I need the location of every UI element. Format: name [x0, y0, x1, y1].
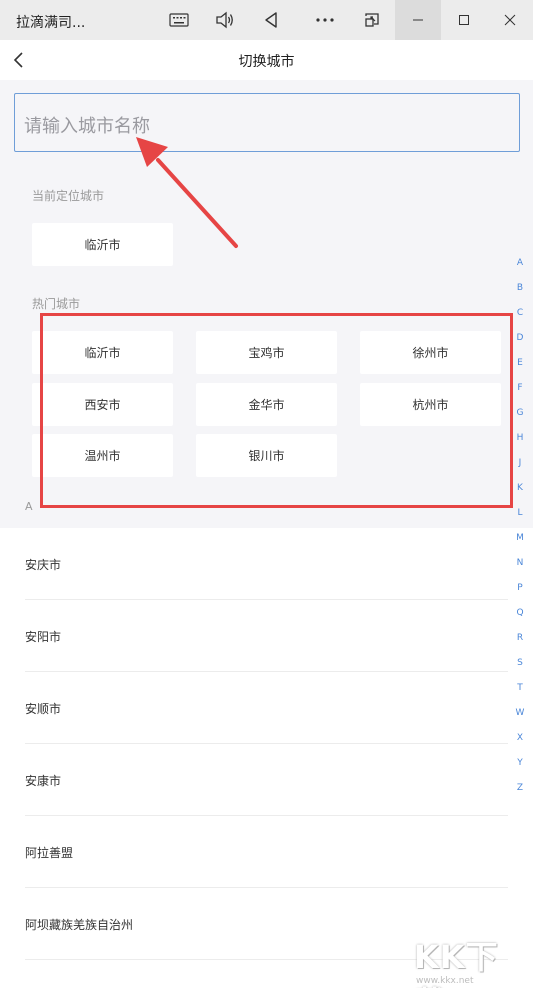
- index-letter[interactable]: X: [512, 733, 528, 743]
- app-title: 拉滴满司...: [16, 15, 86, 31]
- current-location-label: 当前定位城市: [32, 189, 105, 203]
- close-button[interactable]: [487, 0, 533, 40]
- city-name: 安阳市: [25, 630, 62, 644]
- city-search-input[interactable]: 请输入城市名称: [14, 93, 520, 152]
- index-letter[interactable]: P: [512, 583, 528, 593]
- keyboard-icon: [169, 13, 189, 27]
- city-name: 安庆市: [25, 558, 62, 572]
- index-letter[interactable]: J: [512, 458, 528, 468]
- page-header: 切换城市: [0, 40, 533, 80]
- hot-cities-label: 热门城市: [32, 297, 81, 311]
- index-letter[interactable]: Q: [512, 608, 528, 618]
- city-list-item[interactable]: 安顺市: [25, 672, 508, 744]
- index-letter[interactable]: A: [512, 258, 528, 268]
- volume-icon: [216, 11, 233, 29]
- section-letter-header: A: [25, 500, 33, 513]
- page-title: 切换城市: [238, 54, 295, 70]
- index-letter[interactable]: T: [512, 683, 528, 693]
- hot-city-button[interactable]: 杭州市: [360, 383, 501, 426]
- watermark-url: www.kkx.net: [416, 976, 474, 986]
- index-letter[interactable]: Y: [512, 758, 528, 768]
- window-titlebar: 拉滴满司...: [0, 0, 533, 40]
- index-letter[interactable]: L: [512, 508, 528, 518]
- index-letter[interactable]: D: [512, 333, 528, 343]
- maximize-button[interactable]: [441, 0, 487, 40]
- hot-city-button[interactable]: 银川市: [196, 434, 337, 477]
- index-letter[interactable]: K: [512, 483, 528, 493]
- city-name: 安康市: [25, 774, 62, 788]
- snip-icon: [365, 13, 379, 27]
- snip-button[interactable]: [349, 0, 395, 40]
- index-letter[interactable]: M: [512, 533, 528, 543]
- hot-city-button[interactable]: 宝鸡市: [196, 331, 337, 374]
- index-letter[interactable]: E: [512, 358, 528, 368]
- index-letter[interactable]: C: [512, 308, 528, 318]
- index-letter[interactable]: W: [512, 708, 528, 718]
- close-icon: [504, 14, 516, 26]
- hot-city-button[interactable]: 徐州市: [360, 331, 501, 374]
- city-list-item[interactable]: 安康市: [25, 744, 508, 816]
- index-letter[interactable]: R: [512, 633, 528, 643]
- minimize-button[interactable]: [395, 0, 441, 40]
- index-letter[interactable]: H: [512, 433, 528, 443]
- volume-button[interactable]: [202, 0, 248, 40]
- city-name: 安顺市: [25, 702, 62, 716]
- maximize-icon: [459, 15, 469, 25]
- minimize-icon: [413, 19, 423, 21]
- keyboard-button[interactable]: [156, 0, 202, 40]
- city-list-item[interactable]: 阿拉善盟: [25, 816, 508, 888]
- index-letter[interactable]: N: [512, 558, 528, 568]
- hot-city-button[interactable]: 临沂市: [32, 331, 173, 374]
- back-triangle-icon: [265, 12, 277, 28]
- city-list-item[interactable]: 安阳市: [25, 600, 508, 672]
- index-letter[interactable]: Z: [512, 783, 528, 793]
- index-letter[interactable]: G: [512, 408, 528, 418]
- more-icon: [316, 18, 334, 22]
- more-button[interactable]: [302, 0, 348, 40]
- city-list: 安庆市 安阳市 安顺市 安康市 阿拉善盟 阿坝藏族羌族自治州: [0, 528, 533, 988]
- city-name: 阿拉善盟: [25, 846, 74, 860]
- hot-city-button[interactable]: 温州市: [32, 434, 173, 477]
- hot-city-button[interactable]: 西安市: [32, 383, 173, 426]
- current-location-city-button[interactable]: 临沂市: [32, 223, 173, 266]
- back-nav-button[interactable]: [248, 0, 294, 40]
- hot-city-button[interactable]: 金华市: [196, 383, 337, 426]
- watermark: KK下载 www.kkx.net: [414, 932, 530, 988]
- city-name: 阿坝藏族羌族自治州: [25, 918, 134, 932]
- index-letter[interactable]: S: [512, 658, 528, 668]
- index-letter[interactable]: F: [512, 383, 528, 393]
- city-list-item[interactable]: 安庆市: [25, 528, 508, 600]
- index-letter[interactable]: B: [512, 283, 528, 293]
- search-placeholder: 请输入城市名称: [24, 116, 150, 137]
